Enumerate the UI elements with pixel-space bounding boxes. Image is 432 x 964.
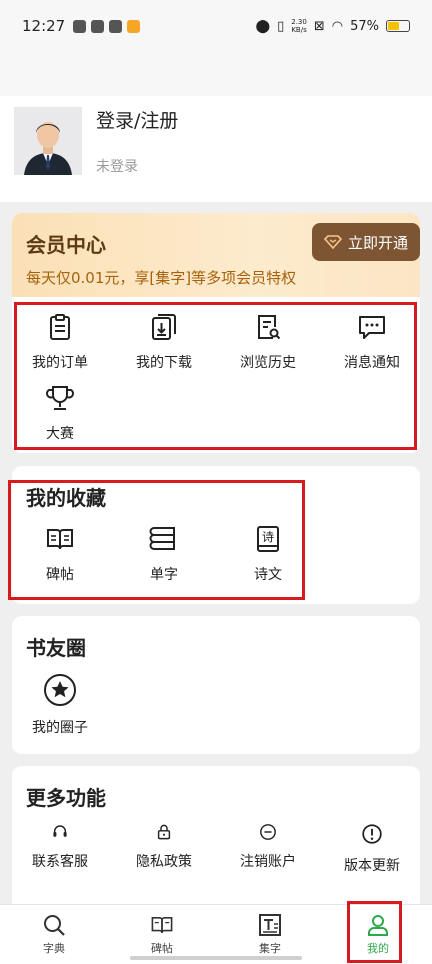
user-icon xyxy=(368,915,388,936)
status-time: 12:27 xyxy=(22,17,66,35)
nav-dictionary[interactable]: 字典 xyxy=(14,913,94,956)
nav-rubbings[interactable]: 碑帖 xyxy=(122,913,202,956)
login-status: 未登录 xyxy=(96,159,138,175)
star-circle-icon xyxy=(44,674,76,706)
trophy-icon xyxy=(46,386,74,410)
fav-rubbings-item[interactable]: 碑帖 xyxy=(10,524,110,584)
circle-title: 书友圈 xyxy=(26,636,86,660)
status-bar: 12:27 ⬤ ▯ 2.30 KB/s ⊠ ◠ 57% xyxy=(0,0,432,52)
book-open-icon xyxy=(47,529,73,550)
mail-icon xyxy=(73,19,87,33)
browse-history-item[interactable]: 浏览历史 xyxy=(218,312,318,372)
contact-support-item[interactable]: 联系客服 xyxy=(10,823,110,871)
open-membership-button[interactable]: 立即开通 xyxy=(312,223,420,261)
minus-circle-icon xyxy=(260,824,276,840)
home-indicator[interactable] xyxy=(130,956,302,960)
tiktok-icon xyxy=(109,19,123,33)
vibrate-icon: ▯ xyxy=(277,18,285,34)
svg-text:诗: 诗 xyxy=(262,530,274,544)
app-icon xyxy=(91,19,105,33)
version-update-item[interactable]: 版本更新 xyxy=(322,823,422,875)
battery-icon xyxy=(386,20,410,32)
app-badge-icon xyxy=(127,19,141,33)
my-circle-item[interactable]: 我的圈子 xyxy=(10,673,110,737)
nfc-icon: ⊠ xyxy=(313,18,325,34)
login-register-link[interactable]: 登录/注册 xyxy=(96,106,178,133)
member-description: 每天仅0.01元，享[集字]等多项会员特权 xyxy=(26,269,297,287)
fav-poems-item[interactable]: 诗 诗文 xyxy=(218,524,318,584)
stack-icon xyxy=(149,527,175,550)
profile-header[interactable]: 登录/注册 未登录 xyxy=(0,96,432,202)
favorites-title: 我的收藏 xyxy=(26,486,106,510)
nav-collect-characters[interactable]: 集字 xyxy=(230,913,310,956)
my-downloads-item[interactable]: 我的下载 xyxy=(114,312,214,372)
location-icon: ⬤ xyxy=(255,18,271,34)
download-icon xyxy=(152,314,176,340)
bottom-nav: 字典 碑帖 集字 我的 xyxy=(0,904,432,964)
message-icon xyxy=(359,316,385,339)
network-speed: 2.30 KB/s xyxy=(291,18,307,34)
diamond-icon xyxy=(323,235,342,249)
fav-characters-item[interactable]: 单字 xyxy=(114,524,214,584)
header-spacer xyxy=(0,52,432,96)
contest-item[interactable]: 大赛 xyxy=(10,383,110,443)
message-notice-item[interactable]: 消息通知 xyxy=(322,312,422,372)
battery-percent: 57% xyxy=(350,18,379,34)
avatar[interactable] xyxy=(14,107,82,175)
search-icon xyxy=(44,915,65,936)
clipboard-icon xyxy=(50,314,70,340)
lock-icon xyxy=(157,824,171,840)
more-title: 更多功能 xyxy=(26,786,106,810)
info-circle-icon xyxy=(362,824,382,844)
nav-mine[interactable]: 我的 xyxy=(338,913,418,956)
notification-icons xyxy=(73,19,141,33)
poem-book-icon: 诗 xyxy=(257,526,279,552)
privacy-policy-item[interactable]: 隐私政策 xyxy=(114,823,214,871)
member-banner[interactable]: 会员中心 每天仅0.01元，享[集字]等多项会员特权 立即开通 xyxy=(12,213,420,297)
member-center-title: 会员中心 xyxy=(26,233,106,257)
wifi-icon: ◠ xyxy=(331,18,344,34)
delete-account-item[interactable]: 注销账户 xyxy=(218,823,318,871)
history-search-icon xyxy=(258,315,281,340)
book-open-icon xyxy=(151,917,173,934)
text-box-icon xyxy=(259,914,281,936)
headset-icon xyxy=(53,825,67,837)
my-orders-item[interactable]: 我的订单 xyxy=(10,312,110,372)
